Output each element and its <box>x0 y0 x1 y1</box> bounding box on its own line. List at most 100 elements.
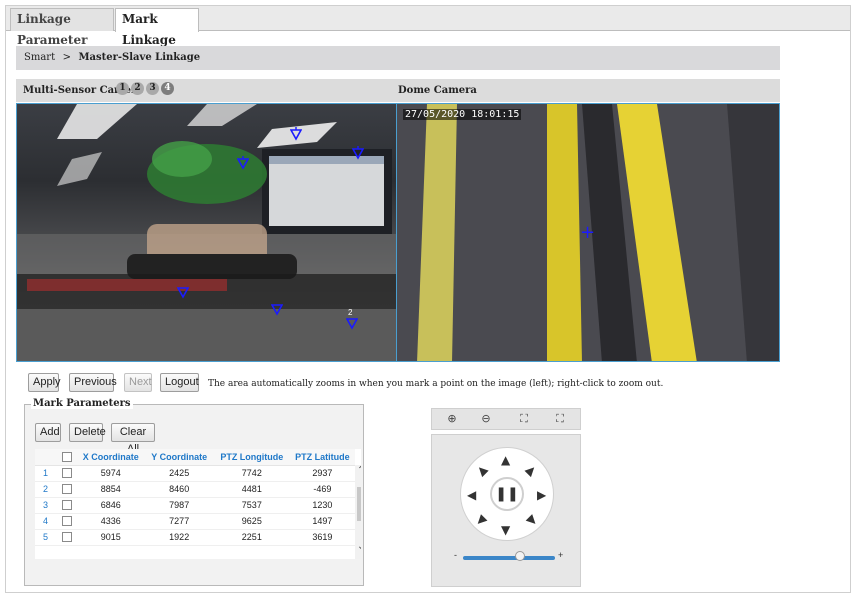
index-header <box>35 449 57 466</box>
row-index: 2 <box>35 481 57 498</box>
pan-right-icon[interactable]: ▶ <box>537 489 546 501</box>
speed-max-label: + <box>558 550 564 560</box>
row-select <box>56 481 78 498</box>
clear-all-button[interactable]: Clear All <box>111 423 155 455</box>
tab-linkage-parameter[interactable]: Linkage Parameter <box>10 8 114 47</box>
tab-bar: Linkage Parameter Mark Linkage <box>6 6 850 47</box>
x-coordinate-cell: 5974 <box>77 465 145 482</box>
breadcrumb-root[interactable]: Smart <box>24 52 55 63</box>
ptz-longitude-cell: 7537 <box>213 497 290 514</box>
direction-wheel: ▲ ▼ ◀ ▶ ▲ ▲ ▼ ▼ ❚❚ <box>460 447 554 541</box>
row-select <box>56 497 78 514</box>
y-coordinate-cell: 7277 <box>144 513 214 530</box>
row-checkbox[interactable] <box>61 500 72 511</box>
marker-1-icon[interactable] <box>177 285 189 299</box>
zoom-out-icon[interactable]: ⊖ <box>472 411 500 427</box>
marker-5-icon[interactable] <box>290 127 302 141</box>
y-coordinate-cell: 7987 <box>144 497 214 514</box>
marker-2-label: 2 <box>348 308 353 317</box>
marker-4-icon[interactable] <box>352 146 364 160</box>
apply-button[interactable]: Apply <box>28 373 61 392</box>
table-scrollbar[interactable]: ⌃ ⌄ <box>355 465 361 559</box>
table-row[interactable]: 3 6846 7987 7537 1230 <box>35 497 355 514</box>
logout-button[interactable]: Logout <box>160 373 199 392</box>
zoom-in-icon[interactable]: ⊕ <box>438 411 466 427</box>
table-row[interactable]: 5 9015 1922 2251 3619 <box>35 529 355 546</box>
row-checkbox[interactable] <box>61 532 72 543</box>
marker-2-icon[interactable] <box>346 316 358 330</box>
y-coordinate-header: Y Coordinate <box>144 449 214 466</box>
mark-parameters-legend: Mark Parameters <box>31 398 133 409</box>
ptz-longitude-header: PTZ Longitude <box>213 449 290 466</box>
select-all-header <box>56 449 78 466</box>
office-scene-image <box>17 104 396 361</box>
tab-mark-linkage[interactable]: Mark Linkage <box>115 8 199 47</box>
area-zoom-out-icon[interactable]: ⛶ <box>546 411 574 427</box>
page-frame: Linkage Parameter Mark Linkage Smart > M… <box>5 5 851 593</box>
y-coordinate-cell: 8460 <box>144 481 214 498</box>
scroll-up-icon[interactable]: ⌃ <box>357 465 361 476</box>
pan-up-icon[interactable]: ▲ <box>501 454 510 466</box>
marker-6-icon[interactable] <box>271 302 283 316</box>
pan-up-right-icon[interactable]: ▲ <box>523 462 539 478</box>
row-index: 5 <box>35 529 57 546</box>
y-coordinate-cell: 1922 <box>144 529 214 546</box>
x-coordinate-cell: 9015 <box>77 529 145 546</box>
add-button[interactable]: Add <box>35 423 61 442</box>
ptz-latitude-cell: 1230 <box>289 497 355 514</box>
pan-left-icon[interactable]: ◀ <box>467 489 476 501</box>
scroll-down-icon[interactable]: ⌄ <box>357 541 361 552</box>
speed-min-label: - <box>454 550 457 560</box>
pan-down-right-icon[interactable]: ▼ <box>523 512 539 528</box>
sensor-4-button[interactable]: 4 <box>161 82 174 95</box>
row-index: 4 <box>35 513 57 530</box>
scroll-thumb[interactable] <box>357 487 361 521</box>
row-checkbox[interactable] <box>61 468 72 479</box>
multi-sensor-video[interactable] <box>16 103 397 362</box>
speed-slider-knob[interactable] <box>515 551 526 561</box>
area-zoom-in-icon[interactable]: ⛶ <box>510 411 538 427</box>
ptz-longitude-cell: 9625 <box>213 513 290 530</box>
dome-camera-video[interactable]: 27/05/2020 18:01:15 + <box>396 103 780 362</box>
marker-3-icon[interactable] <box>237 156 249 170</box>
camera-header: Multi-Sensor Camera 1 2 3 4 Dome Camera <box>16 79 780 102</box>
speed-slider-track[interactable] <box>463 556 555 560</box>
mark-table: X Coordinate Y Coordinate PTZ Longitude … <box>35 449 361 559</box>
x-coordinate-cell: 6846 <box>77 497 145 514</box>
sensor-1-button[interactable]: 1 <box>116 82 129 95</box>
row-checkbox[interactable] <box>61 516 72 527</box>
pause-icon[interactable]: ❚❚ <box>490 477 524 511</box>
breadcrumb-separator: > <box>62 52 71 63</box>
pan-down-left-icon[interactable]: ▼ <box>473 512 489 528</box>
row-select <box>56 529 78 546</box>
sensor-3-button[interactable]: 3 <box>146 82 159 95</box>
ptz-latitude-cell: 1497 <box>289 513 355 530</box>
pan-up-left-icon[interactable]: ▲ <box>473 462 489 478</box>
ptz-toolbar: ⊕ ⊖ ⛶ ⛶ <box>431 408 581 430</box>
previous-button[interactable]: Previous <box>69 373 117 392</box>
x-coordinate-cell: 4336 <box>77 513 145 530</box>
breadcrumb: Smart > Master-Slave Linkage <box>16 46 780 70</box>
ptz-control-panel: ▲ ▼ ◀ ▶ ▲ ▲ ▼ ▼ ❚❚ - + <box>431 434 581 587</box>
table-row[interactable]: 1 5974 2425 7742 2937 <box>35 465 355 482</box>
delete-button[interactable]: Delete <box>69 423 106 442</box>
row-select <box>56 465 78 482</box>
row-checkbox[interactable] <box>61 484 72 495</box>
select-all-checkbox[interactable] <box>61 452 72 463</box>
next-button[interactable]: Next <box>124 373 152 392</box>
crosshair-icon: + <box>580 222 596 243</box>
zoom-hint-text: The area automatically zooms in when you… <box>208 379 664 389</box>
y-coordinate-cell: 2425 <box>144 465 214 482</box>
row-index: 3 <box>35 497 57 514</box>
ptz-latitude-cell: -469 <box>289 481 355 498</box>
ptz-longitude-cell: 2251 <box>213 529 290 546</box>
sensor-2-button[interactable]: 2 <box>131 82 144 95</box>
ptz-longitude-cell: 4481 <box>213 481 290 498</box>
table-row[interactable]: 4 4336 7277 9625 1497 <box>35 513 355 530</box>
mark-parameters-panel: Mark Parameters Add Delete Clear All X C… <box>24 398 364 586</box>
x-coordinate-header: X Coordinate <box>77 449 145 466</box>
pan-down-icon[interactable]: ▼ <box>501 524 510 536</box>
table-row[interactable]: 2 8854 8460 4481 -469 <box>35 481 355 498</box>
row-index: 1 <box>35 465 57 482</box>
x-coordinate-cell: 8854 <box>77 481 145 498</box>
